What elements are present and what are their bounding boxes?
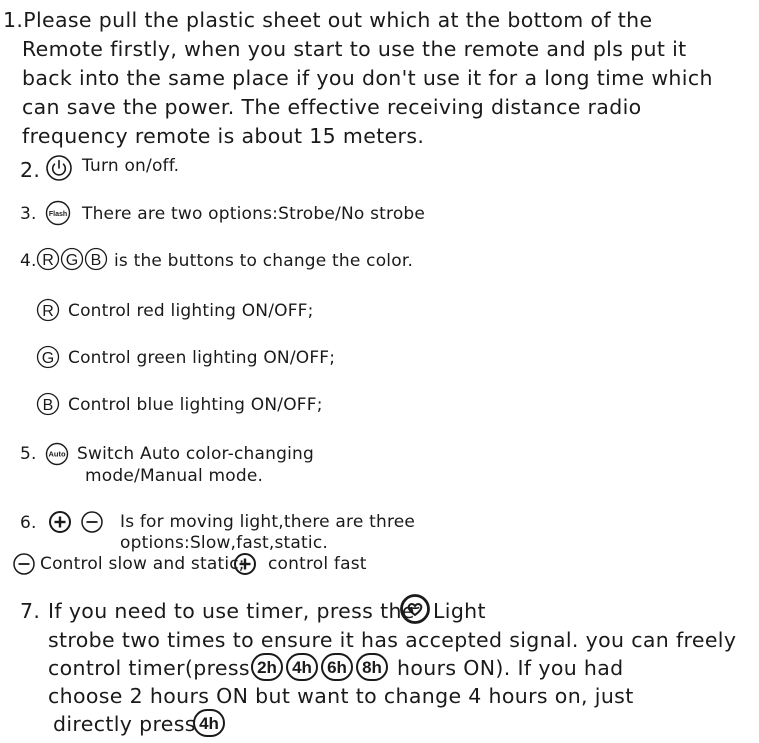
item5-text-line1: Switch Auto color-changing bbox=[77, 444, 314, 464]
green-letter: G bbox=[66, 252, 78, 269]
timer-4h-label: 4h bbox=[199, 714, 219, 733]
timer-2h-label: 2h bbox=[257, 658, 277, 677]
item6-text-line2: options:Slow,fast,static. bbox=[120, 533, 328, 553]
green-button-icon: G bbox=[60, 247, 84, 271]
item6-fast-text: control fast bbox=[268, 554, 367, 574]
item1-line2: Remote firstly, when you start to use th… bbox=[22, 37, 687, 61]
item2-number: 2. bbox=[20, 158, 41, 182]
red-letter: R bbox=[42, 252, 54, 269]
item7-line3-end: hours ON). If you had bbox=[397, 656, 624, 680]
auto-button-icon: Auto bbox=[45, 442, 69, 466]
minus-circle-icon bbox=[80, 510, 104, 534]
red-button-icon: R bbox=[36, 298, 60, 322]
item1-line5: frequency remote is about 15 meters. bbox=[22, 124, 425, 148]
blue-control-text: Control blue lighting ON/OFF; bbox=[68, 395, 323, 415]
green-button-icon: G bbox=[36, 345, 60, 369]
item5-text-line2: mode/Manual mode. bbox=[85, 466, 264, 486]
minus-circle-icon bbox=[12, 552, 36, 576]
item6-text-line1: Is for moving light,there are three bbox=[120, 512, 416, 532]
green-control-text: Control green lighting ON/OFF; bbox=[68, 348, 336, 368]
timer-6h-label: 6h bbox=[327, 658, 347, 677]
timer-2h-button: 2h bbox=[251, 653, 283, 681]
item3-text: There are two options:Strobe/No strobe bbox=[82, 204, 426, 224]
item3-number: 3. bbox=[20, 204, 37, 224]
timer-4h-label: 4h bbox=[292, 658, 312, 677]
item4-text: is the buttons to change the color. bbox=[114, 251, 414, 271]
flash-button-icon: Flash bbox=[45, 200, 71, 226]
item7-line3-start: control timer(press bbox=[48, 656, 250, 680]
power-icon bbox=[45, 154, 73, 182]
blue-letter: B bbox=[43, 397, 54, 414]
item7-line1-end: Light bbox=[433, 599, 486, 623]
plus-circle-icon bbox=[233, 552, 257, 576]
item2-text: Turn on/off. bbox=[82, 156, 180, 176]
red-button-icon: R bbox=[36, 247, 60, 271]
red-control-text: Control red lighting ON/OFF; bbox=[68, 301, 314, 321]
item7-line5: directly press bbox=[53, 712, 196, 736]
item7-line2: strobe two times to ensure it has accept… bbox=[48, 628, 737, 652]
item7-line1: If you need to use timer, press the bbox=[48, 599, 415, 623]
timer-8h-label: 8h bbox=[362, 658, 382, 677]
blue-button-icon: B bbox=[36, 392, 60, 416]
flash-icon-label: Flash bbox=[49, 211, 67, 218]
green-letter: G bbox=[42, 350, 54, 367]
item7-number: 7. bbox=[20, 599, 41, 623]
item1-line4: can save the power. The effective receiv… bbox=[22, 95, 642, 119]
item5-number: 5. bbox=[20, 444, 37, 464]
item6-slow-text: Control slow and static; bbox=[40, 554, 245, 574]
red-letter: R bbox=[42, 303, 54, 320]
item4-number: 4. bbox=[20, 251, 37, 271]
timer-4h-button: 4h bbox=[286, 653, 318, 681]
item6-number: 6. bbox=[20, 513, 37, 533]
timer-heart-icon bbox=[400, 594, 430, 624]
timer-8h-button: 8h bbox=[356, 653, 388, 681]
auto-icon-label: Auto bbox=[48, 450, 65, 459]
item1-line1: 1.Please pull the plastic sheet out whic… bbox=[3, 8, 653, 32]
timer-4h-button: 4h bbox=[193, 709, 225, 737]
item1-line3: back into the same place if you don't us… bbox=[22, 66, 713, 90]
item7-line4: choose 2 hours ON but want to change 4 h… bbox=[48, 684, 634, 708]
timer-6h-button: 6h bbox=[321, 653, 353, 681]
blue-button-icon: B bbox=[84, 247, 108, 271]
plus-circle-icon bbox=[48, 510, 72, 534]
blue-letter: B bbox=[91, 252, 102, 269]
